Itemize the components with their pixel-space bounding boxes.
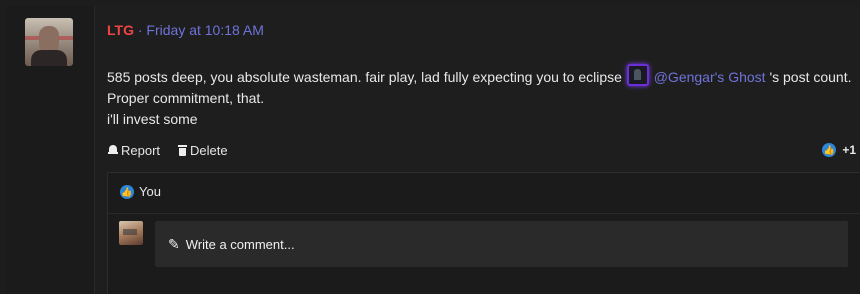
reaction-list[interactable]: 👍 You xyxy=(120,184,161,199)
reacted-by: You xyxy=(139,184,161,199)
mention-avatar[interactable] xyxy=(626,64,649,86)
author-avatar[interactable] xyxy=(25,18,73,66)
author-username[interactable]: LTG xyxy=(107,22,134,38)
post-actions: Report Delete xyxy=(108,143,228,158)
reactions-box: 👍 You ✎ Write a comment... xyxy=(107,172,860,294)
avatar-column xyxy=(6,6,95,293)
like-count: +1 xyxy=(842,143,856,157)
delete-label: Delete xyxy=(190,143,228,158)
content-text-3: i'll invest some xyxy=(107,111,198,127)
post-content: 585 posts deep, you absolute wasteman. f… xyxy=(107,64,855,130)
post-container: LTG · Friday at 10:18 AM 585 posts deep,… xyxy=(6,6,860,294)
thumbs-up-icon: 👍 xyxy=(822,143,837,157)
user-mention[interactable]: @Gengar's Ghost xyxy=(654,69,766,85)
commenter-avatar[interactable] xyxy=(119,221,143,245)
pencil-icon: ✎ xyxy=(168,235,180,252)
like-summary[interactable]: 👍 +1 xyxy=(822,143,856,157)
content-text-1: 585 posts deep, you absolute wasteman. f… xyxy=(107,69,622,85)
report-label: Report xyxy=(121,143,161,158)
thumbs-up-icon: 👍 xyxy=(120,184,134,199)
delete-button[interactable]: Delete xyxy=(178,143,228,158)
write-comment-input[interactable]: ✎ Write a comment... xyxy=(155,221,848,267)
report-button[interactable]: Report xyxy=(108,143,160,158)
comment-placeholder: Write a comment... xyxy=(185,236,295,252)
header-separator: · xyxy=(137,22,143,38)
bell-icon xyxy=(108,145,118,156)
trash-icon xyxy=(178,145,188,156)
divider xyxy=(108,213,860,214)
post-header: LTG · Friday at 10:18 AM xyxy=(107,22,264,38)
post-timestamp[interactable]: Friday at 10:18 AM xyxy=(146,22,264,38)
